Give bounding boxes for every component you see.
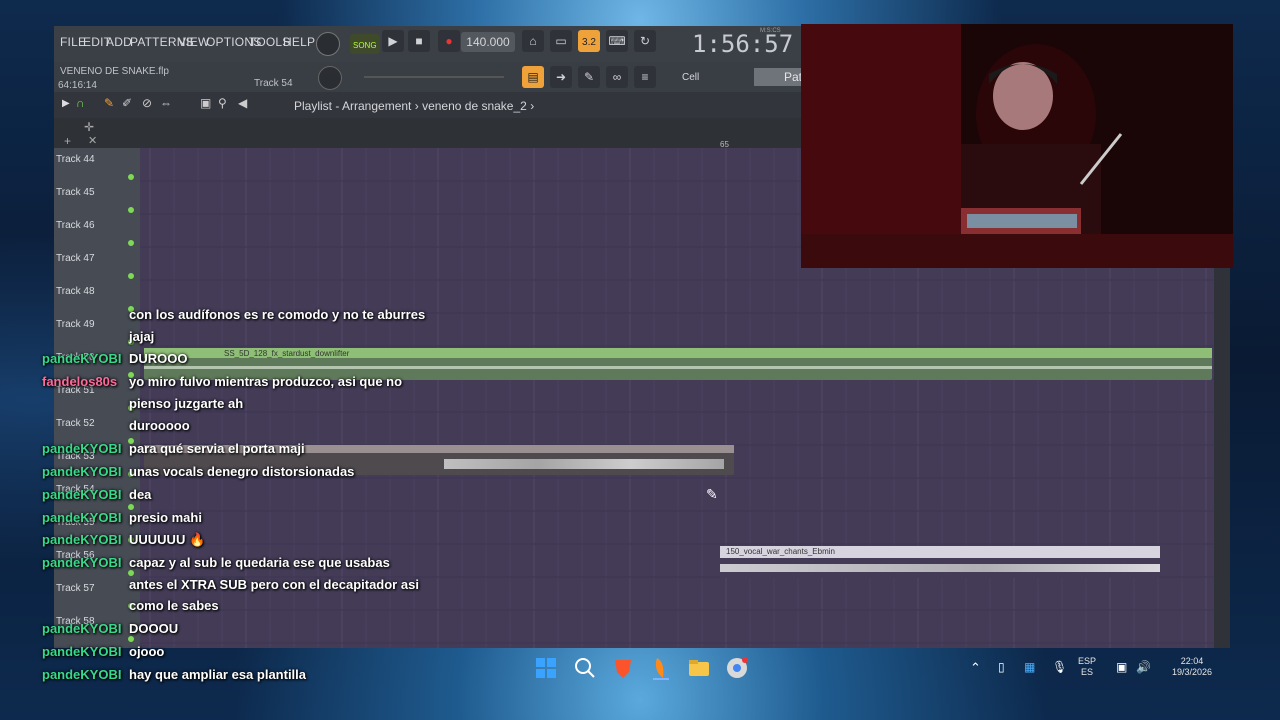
time-unit-label: M:S:CS: [760, 28, 781, 34]
clip-vocal-chants-label: 150_vocal_war_chants_Ebmin: [726, 547, 835, 556]
magnet-icon[interactable]: ∩: [76, 96, 85, 110]
typing-keyboard-button[interactable]: ⌨: [606, 30, 628, 52]
windows-taskbar: ⌃ ▯ ▦ 🎙 ESP ES ▣ 🔊 22:04 19/3/2026: [0, 648, 1280, 690]
paint-tool-icon[interactable]: ✐: [122, 96, 132, 110]
clip-veneno-waveform: [444, 459, 724, 469]
link-button[interactable]: ∞: [606, 66, 628, 88]
playlist-menu-arrow-icon[interactable]: ▶: [62, 98, 70, 109]
breadcrumb-playlist[interactable]: Playlist - Arrangement: [294, 99, 411, 113]
stop-icon: ■: [415, 34, 423, 48]
mixer-button[interactable]: ≡: [634, 66, 656, 88]
project-filename: VENENO DE SNAKE.flp: [60, 66, 169, 77]
metronome-icon: ⌂: [529, 34, 537, 48]
pencil-tool-icon[interactable]: ✎: [104, 96, 114, 110]
snap-value: 3.2: [582, 37, 596, 48]
mute-tool-icon[interactable]: ⊘: [142, 96, 152, 110]
clip-vocal-chants-waveform: [720, 564, 1160, 572]
clip-vocal-chants[interactable]: 150_vocal_war_chants_Ebmin: [720, 546, 1160, 578]
fl-studio-icon[interactable]: [649, 656, 673, 680]
brave-browser-icon[interactable]: [611, 656, 635, 680]
language-label: ESP: [1078, 656, 1097, 666]
language-indicator[interactable]: ESP ES: [1078, 656, 1096, 678]
zoom-tool-icon[interactable]: ⚲: [218, 96, 227, 110]
tray-chevron-up-icon[interactable]: ⌃: [970, 660, 981, 676]
clip-downlifter-label: SS_5D_128_fx_stardust_downlifter: [224, 349, 350, 358]
master-volume-knob[interactable]: [316, 32, 340, 56]
stop-button[interactable]: ■: [408, 30, 430, 52]
metronome-button[interactable]: ⌂: [522, 30, 544, 52]
pencil-icon: ✎: [583, 70, 595, 84]
playback-tool-icon[interactable]: ◀: [238, 96, 247, 110]
record-button[interactable]: ●: [438, 30, 460, 52]
add-track-icon[interactable]: +: [64, 134, 71, 148]
menu-add[interactable]: ADD: [106, 35, 132, 49]
master-pitch-slider[interactable]: [364, 76, 504, 78]
webcam-overlay: [801, 24, 1233, 268]
breadcrumb-song[interactable]: veneno de snake_2: [422, 99, 527, 113]
breadcrumb-chevron-icon: ›: [530, 99, 535, 113]
slip-tool-icon[interactable]: ⇔: [160, 96, 172, 110]
volume-icon[interactable]: 🔊: [1136, 660, 1151, 674]
snap-mode-select[interactable]: Cell: [682, 72, 699, 83]
windows-start-icon[interactable]: [534, 656, 558, 680]
ruler-crosshair-icon[interactable]: ✛: [84, 120, 94, 134]
menu-view[interactable]: VIEW: [178, 35, 209, 49]
song-mode-toggle[interactable]: SONG: [350, 34, 380, 54]
record-icon: ●: [445, 34, 453, 48]
mouse-cursor-icon: ✎: [706, 486, 718, 502]
playlist-icon: ▤: [527, 70, 539, 84]
app-tray-icon[interactable]: ▦: [1024, 660, 1035, 674]
snap-button[interactable]: 3.2: [578, 30, 600, 52]
countdown-button[interactable]: ↻: [634, 30, 656, 52]
hint-track: Track 54: [254, 78, 293, 89]
play-icon: ▶: [388, 34, 398, 48]
pitch-knob[interactable]: [318, 66, 342, 90]
clip-veneno-header: [144, 445, 734, 453]
piano-roll-button[interactable]: ✎: [578, 66, 600, 88]
clip-downlifter-waveform: [144, 366, 1212, 369]
link-icon: ∞: [612, 70, 622, 84]
microphone-icon[interactable]: 🎙: [1052, 660, 1067, 674]
file-explorer-icon[interactable]: [687, 656, 711, 680]
mixer-icon: ≡: [641, 70, 649, 84]
close-icon[interactable]: ✕: [88, 134, 97, 147]
clock-time: 22:04: [1180, 656, 1204, 666]
menu-help[interactable]: HELP: [283, 35, 315, 49]
clock[interactable]: 22:04 19/3/2026: [1164, 656, 1220, 678]
song-mode-label: SONG: [353, 41, 377, 50]
project-timer: 64:16:14: [58, 80, 97, 91]
wait-input-button[interactable]: ▭: [550, 30, 572, 52]
playlist-button[interactable]: ▤: [522, 66, 544, 88]
select-tool-icon[interactable]: ▣: [200, 96, 211, 110]
clip-downlifter[interactable]: SS_5D_128_fx_stardust_downlifter: [144, 348, 1212, 380]
streamer-camera-feed: [801, 24, 1233, 268]
tempo-display[interactable]: 140.000: [461, 32, 515, 52]
wait-icon: ▭: [555, 34, 567, 48]
usb-icon[interactable]: ▯: [998, 660, 1005, 674]
clip-veneno[interactable]: [144, 445, 734, 475]
play-button[interactable]: ▶: [382, 30, 404, 52]
arrow-button[interactable]: ➜: [550, 66, 572, 88]
search-icon[interactable]: [573, 656, 597, 680]
clock-date: 19/3/2026: [1171, 667, 1213, 677]
chrome-icon[interactable]: [725, 656, 749, 680]
loop-icon: ↻: [639, 34, 651, 48]
breadcrumb-separator-icon: ›: [414, 99, 423, 113]
song-time-display: 1:56:57: [692, 30, 794, 58]
arrow-right-icon: ➜: [555, 70, 567, 84]
network-icon[interactable]: ▣: [1116, 660, 1127, 674]
keyboard-icon: ⌨: [608, 34, 626, 48]
breadcrumb: Playlist - Arrangement › veneno de snake…: [294, 99, 534, 113]
region-label: ES: [1081, 667, 1094, 677]
